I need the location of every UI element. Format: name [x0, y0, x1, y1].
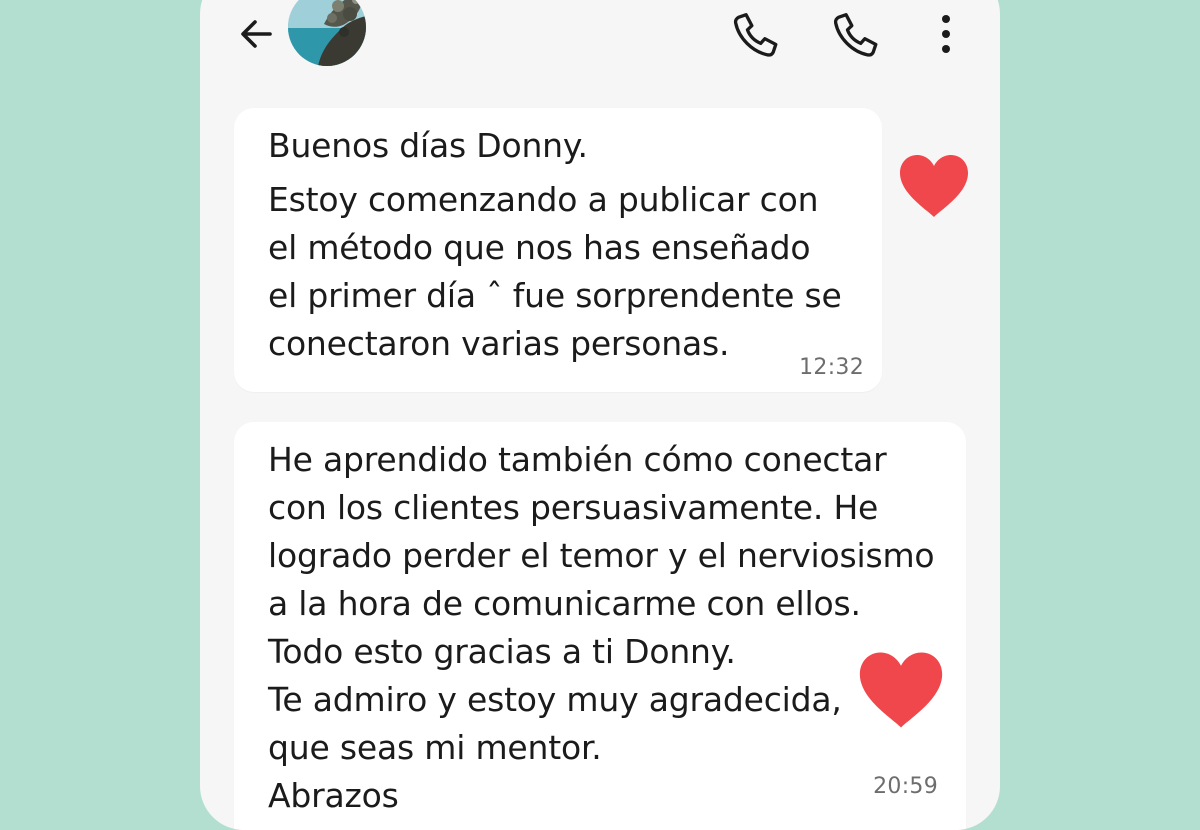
- message-line: Todo esto gracias a ti Donny.: [268, 632, 736, 671]
- arrow-left-icon: [241, 20, 272, 48]
- message-line: con los clientes persuasivamente. He: [268, 488, 879, 527]
- back-button[interactable]: [234, 12, 278, 56]
- phone-icon: [833, 13, 878, 57]
- chat-header: [200, 0, 1000, 88]
- message-line: Te admiro y estoy muy agradecida,: [268, 680, 842, 719]
- message-line: logrado perder el temor y el nerviosismo: [268, 536, 935, 575]
- message-line: el método que nos has enseñado: [268, 228, 811, 267]
- message-line: el primer día ˆ fue sorprendente se: [268, 276, 842, 315]
- message-text: Buenos días Donny. Estoy comenzando a pu…: [268, 122, 842, 368]
- heart-icon: [859, 652, 943, 728]
- message-timestamp: 12:32: [799, 355, 864, 380]
- heart-icon: [900, 155, 968, 217]
- message-line: He aprendido también cómo conectar: [268, 440, 887, 479]
- message-bubble[interactable]: Buenos días Donny. Estoy comenzando a pu…: [234, 108, 882, 392]
- phone-icon: [733, 13, 778, 57]
- more-vert-icon: [942, 15, 950, 53]
- message-bubble[interactable]: He aprendido también cómo conectar con l…: [234, 422, 966, 830]
- message-line: Abrazos: [268, 776, 399, 815]
- message-text: He aprendido también cómo conectar con l…: [268, 436, 935, 820]
- voice-call-button[interactable]: [728, 6, 784, 62]
- message-line: conectaron varias personas.: [268, 324, 730, 363]
- second-call-button[interactable]: [828, 6, 884, 62]
- message-timestamp: 20:59: [873, 774, 938, 799]
- more-options-button[interactable]: [926, 6, 966, 62]
- contact-avatar[interactable]: [288, 0, 366, 66]
- avatar-photo: [288, 0, 366, 66]
- message-line: que seas mi mentor.: [268, 728, 602, 767]
- message-line: Buenos días Donny.: [268, 126, 588, 165]
- message-line: Estoy comenzando a publicar con: [268, 180, 819, 219]
- message-line: a la hora de comunicarme con ellos.: [268, 584, 861, 623]
